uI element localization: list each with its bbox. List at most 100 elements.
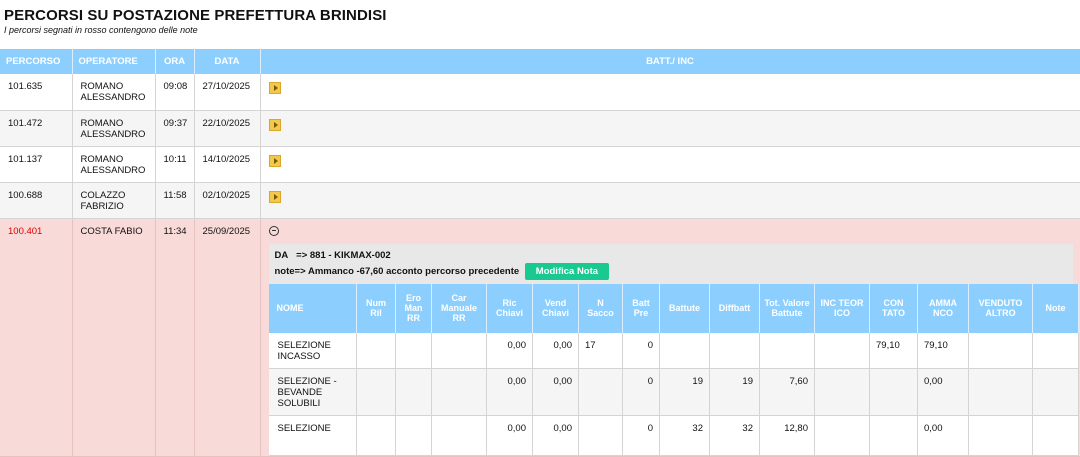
detail-cell: 0,00 [917, 415, 969, 456]
cell-data: 14/10/2025 [194, 146, 261, 183]
detail-cell [1032, 332, 1079, 369]
detail-header-ero-man-rr[interactable]: Ero Man RR [395, 283, 432, 333]
cell-batt-inc [260, 74, 1080, 111]
detail-header-nome[interactable]: NOME [268, 283, 357, 333]
detail-cell: 0,00 [486, 415, 533, 456]
detail-cell [968, 368, 1033, 416]
detail-cell: 0 [622, 415, 660, 456]
detail-header-diffbatt[interactable]: Diffbatt [709, 283, 760, 333]
detail-cell [1032, 368, 1079, 416]
detail-cell [709, 332, 760, 369]
header-data[interactable]: DATA [194, 49, 261, 74]
detail-cell: 0,00 [917, 368, 969, 416]
expand-arrow-icon[interactable] [268, 118, 281, 131]
detail-header-venduto-altro[interactable]: VENDUTO ALTRO [968, 283, 1033, 333]
detail-header-batt-pre[interactable]: Batt Pre [622, 283, 660, 333]
detail-cell [968, 332, 1033, 369]
detail-row: SELEZIONE 0,00 0,00 0 32 32 12,80 0,00 [268, 415, 1079, 456]
detail-cell [431, 368, 487, 416]
cell-operatore: ROMANO ALESSANDRO [72, 110, 156, 147]
cell-batt-inc [260, 182, 1080, 219]
note-label: note=> [274, 265, 306, 277]
detail-header-battute[interactable]: Battute [659, 283, 710, 333]
detail-cell: 79,10 [869, 332, 918, 369]
note-line: note=> Ammanco -67,60 acconto percorso p… [274, 262, 1067, 280]
table-row[interactable]: 101.137 ROMANO ALESSANDRO 10:11 14/10/20… [0, 146, 1080, 183]
detail-cell [395, 332, 432, 369]
cell-percorso: 101.137 [0, 146, 73, 183]
detail-header-n-sacco[interactable]: N Sacco [578, 283, 623, 333]
expand-arrow-icon[interactable] [268, 82, 281, 94]
detail-cell: 17 [578, 332, 623, 369]
detail-header-car-manuale-rr[interactable]: Car Manuale RR [431, 283, 487, 333]
detail-header-inc-teorico[interactable]: INC TEOR ICO [814, 283, 870, 333]
detail-cell [578, 415, 623, 456]
detail-cell: 19 [659, 368, 710, 416]
detail-cell [395, 415, 432, 456]
detail-cell: 79,10 [917, 332, 969, 369]
detail-cell [1032, 415, 1079, 456]
detail-cell [869, 415, 918, 456]
cell-ora: 09:08 [155, 74, 195, 111]
detail-header-note[interactable]: Note [1032, 283, 1079, 333]
cell-ora: 11:58 [155, 182, 195, 219]
detail-header-ammanco[interactable]: AMMA NCO [917, 283, 969, 333]
cell-batt-inc [260, 110, 1080, 147]
detail-header-contato[interactable]: CON TATO [869, 283, 918, 333]
table-row[interactable]: 100.688 COLAZZO FABRIZIO 11:58 02/10/202… [0, 182, 1080, 219]
detail-header-vend-chiavi[interactable]: Vend Chiavi [532, 283, 579, 333]
detail-cell: 0,00 [486, 332, 533, 369]
cell-percorso: 100.688 [0, 182, 73, 219]
detail-cell [356, 332, 396, 369]
detail-cell: 19 [709, 368, 760, 416]
cell-data: 25/09/2025 [194, 218, 261, 457]
table-row[interactable]: 101.635 ROMANO ALESSANDRO 09:08 27/10/20… [0, 74, 1080, 111]
detail-info-box: DA => 881 - KIKMAX-002 note=> Ammanco -6… [268, 243, 1073, 284]
header-operatore[interactable]: OPERATORE [72, 49, 156, 74]
detail-table: NOME Num Ril Ero Man RR Car Manuale RR R… [268, 283, 1079, 456]
detail-row: SELEZIONE - BEVANDE SOLUBILI 0,00 0,00 0… [268, 368, 1079, 416]
header-batt-inc[interactable]: BATT./ INC [260, 49, 1080, 74]
detail-cell: 0 [622, 368, 660, 416]
detail-cell [431, 332, 487, 369]
detail-cell: 0 [622, 332, 660, 369]
da-value: => 881 - KIKMAX-002 [296, 249, 391, 261]
header-ora[interactable]: ORA [155, 49, 195, 74]
cell-ora: 11:34 [155, 218, 195, 457]
cell-ora: 10:11 [155, 146, 195, 183]
cell-operatore: COSTA FABIO [72, 218, 156, 457]
cell-percorso: 101.472 [0, 110, 73, 147]
detail-cell-nome: SELEZIONE INCASSO [268, 332, 357, 369]
cell-ora: 09:37 [155, 110, 195, 147]
detail-cell [356, 415, 396, 456]
detail-header-row: NOME Num Ril Ero Man RR Car Manuale RR R… [268, 283, 1079, 333]
detail-cell: 12,80 [759, 415, 815, 456]
cell-operatore: ROMANO ALESSANDRO [72, 74, 156, 111]
detail-cell: 0,00 [532, 368, 579, 416]
cell-percorso: 101.635 [0, 74, 73, 111]
table-row-expanded[interactable]: 100.401 COSTA FABIO 11:34 25/09/2025 DA … [0, 218, 1080, 457]
detail-cell: 0,00 [532, 332, 579, 369]
expand-arrow-icon[interactable] [268, 190, 281, 203]
modifica-nota-button[interactable]: Modifica Nota [524, 262, 610, 280]
expand-arrow-icon[interactable] [268, 154, 281, 167]
detail-cell [814, 332, 870, 369]
cell-operatore: ROMANO ALESSANDRO [72, 146, 156, 183]
header-percorso[interactable]: PERCORSO [0, 49, 73, 74]
page-header: PERCORSI SU POSTAZIONE PREFETTURA BRINDI… [4, 7, 387, 35]
detail-header-tot-valore-battute[interactable]: Tot. Valore Battute [759, 283, 815, 333]
cell-data: 22/10/2025 [194, 110, 261, 147]
detail-header-num-ril[interactable]: Num Ril [356, 283, 396, 333]
note-value: Ammanco -67,60 acconto percorso preceden… [307, 265, 520, 277]
table-row[interactable]: 101.472 ROMANO ALESSANDRO 09:37 22/10/20… [0, 110, 1080, 147]
cell-batt-inc [260, 146, 1080, 183]
detail-cell [431, 415, 487, 456]
cell-batt-inc-detail: DA => 881 - KIKMAX-002 note=> Ammanco -6… [260, 218, 1080, 457]
detail-cell: 32 [659, 415, 710, 456]
page-title: PERCORSI SU POSTAZIONE PREFETTURA BRINDI… [4, 7, 387, 24]
cell-percorso: 100.401 [0, 218, 73, 457]
detail-cell: 7,60 [759, 368, 815, 416]
detail-cell [659, 332, 710, 369]
detail-header-ric-chiavi[interactable]: Ric Chiavi [486, 283, 533, 333]
collapse-minus-icon[interactable] [268, 225, 279, 236]
